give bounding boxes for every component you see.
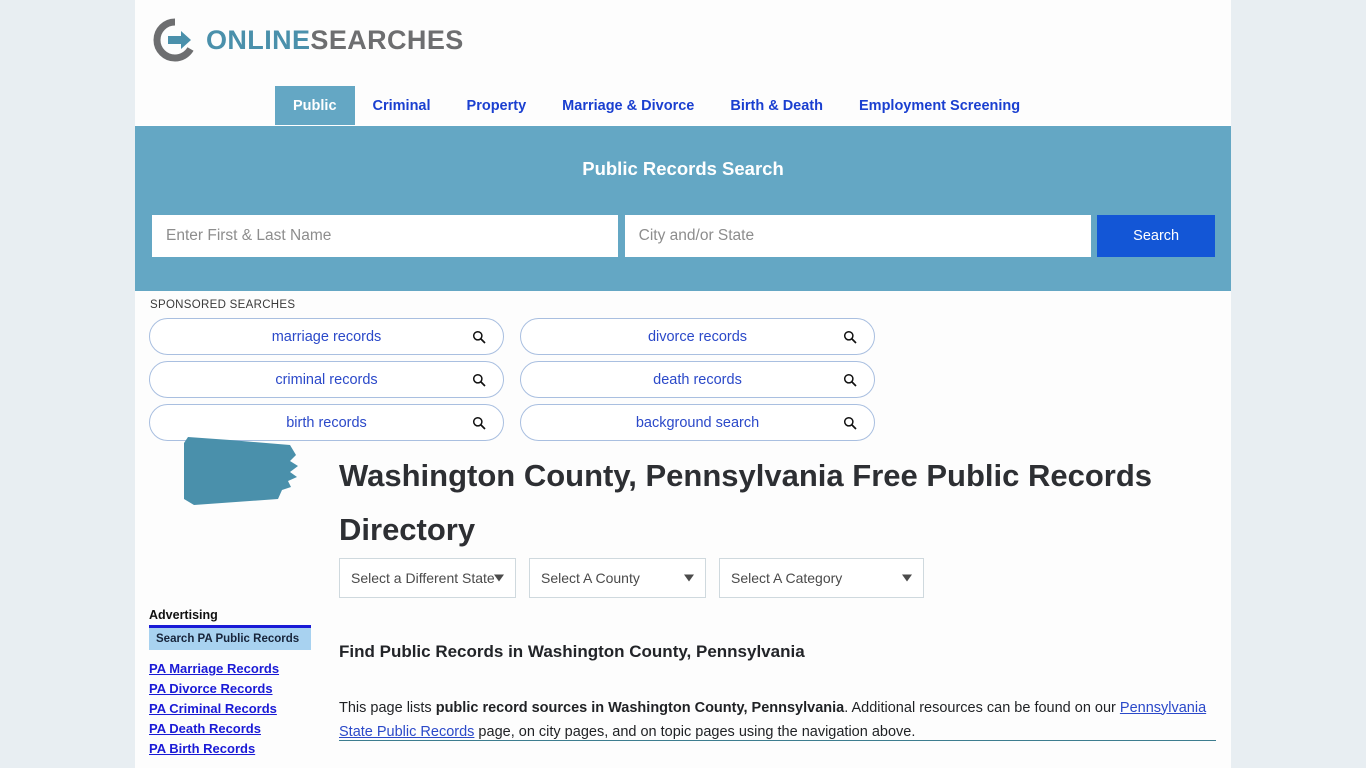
- sponsored-pill-criminal-records[interactable]: criminal records: [149, 361, 504, 398]
- chevron-down-icon: [494, 574, 504, 582]
- nav-tab-birth-death[interactable]: Birth & Death: [712, 86, 841, 125]
- intro-text-part1: This page lists: [339, 699, 436, 716]
- pill-label: death records: [653, 371, 742, 388]
- advertising-links: PA Marriage Records PA Divorce Records P…: [149, 659, 311, 759]
- logo-text-searches: SEARCHES: [310, 24, 464, 55]
- sponsored-searches-label: SPONSORED SEARCHES: [150, 299, 296, 311]
- search-icon: [472, 330, 486, 344]
- logo-text-online: ONLINE: [206, 24, 311, 55]
- nav-tab-employment-screening[interactable]: Employment Screening: [841, 86, 1038, 125]
- ad-link-pa-birth-records[interactable]: PA Birth Records: [149, 739, 311, 759]
- sponsored-pill-divorce-records[interactable]: divorce records: [520, 318, 875, 355]
- intro-text-part3: page, on city pages, and on topic pages …: [474, 724, 916, 741]
- sponsored-pill-background-search[interactable]: background search: [520, 404, 875, 441]
- search-icon: [843, 416, 857, 430]
- ad-link-pa-marriage-records[interactable]: PA Marriage Records: [149, 659, 311, 679]
- county-select[interactable]: Select A County: [529, 558, 706, 598]
- category-select[interactable]: Select A Category: [719, 558, 924, 598]
- chevron-down-icon: [684, 574, 694, 582]
- site-logo[interactable]: ONLINESEARCHES: [152, 14, 464, 66]
- name-search-input[interactable]: [152, 215, 618, 257]
- pill-label: background search: [635, 414, 760, 431]
- ad-link-pa-death-records[interactable]: PA Death Records: [149, 719, 311, 739]
- intro-text-part2: . Additional resources can be found on o…: [844, 699, 1120, 716]
- divider: [339, 740, 1216, 741]
- category-select-label: Select A Category: [731, 570, 843, 586]
- nav-tab-criminal[interactable]: Criminal: [355, 86, 449, 125]
- nav-tab-public[interactable]: Public: [275, 86, 355, 125]
- nav-tab-property[interactable]: Property: [449, 86, 545, 125]
- pennsylvania-state-map-icon: [178, 433, 306, 511]
- search-form: Search: [152, 215, 1215, 257]
- pill-label: marriage records: [271, 328, 382, 345]
- pill-label: criminal records: [275, 371, 378, 388]
- location-search-input[interactable]: [624, 215, 1092, 257]
- search-icon: [472, 416, 486, 430]
- circular-arrow-logo-icon: [152, 17, 198, 63]
- chevron-down-icon: [902, 574, 912, 582]
- search-button[interactable]: Search: [1097, 215, 1215, 257]
- main-navigation: Public Criminal Property Marriage & Divo…: [135, 86, 1231, 126]
- search-icon: [472, 373, 486, 387]
- nav-tab-marriage-divorce[interactable]: Marriage & Divorce: [544, 86, 712, 125]
- logo-wordmark: ONLINESEARCHES: [206, 24, 464, 55]
- pill-label: divorce records: [647, 328, 748, 345]
- page-root: ONLINESEARCHES Public Criminal Property …: [0, 0, 1366, 768]
- pill-label: birth records: [286, 414, 367, 431]
- page-title: Washington County, Pennsylvania Free Pub…: [339, 457, 1153, 548]
- filter-selects: Select a Different State Select A County…: [339, 558, 924, 598]
- intro-paragraph: This page lists public record sources in…: [339, 696, 1216, 746]
- content-frame: ONLINESEARCHES Public Criminal Property …: [135, 0, 1231, 768]
- state-select-label: Select a Different State: [351, 570, 495, 586]
- search-icon: [843, 373, 857, 387]
- ad-link-pa-criminal-records[interactable]: PA Criminal Records: [149, 699, 311, 719]
- search-icon: [843, 330, 857, 344]
- public-records-search-banner: Public Records Search Search: [135, 126, 1231, 291]
- sponsored-pill-marriage-records[interactable]: marriage records: [149, 318, 504, 355]
- sponsored-searches-list: marriage records divorce records crimina…: [149, 318, 1215, 441]
- sponsored-pill-death-records[interactable]: death records: [520, 361, 875, 398]
- county-select-label: Select A County: [541, 570, 640, 586]
- search-pa-public-records-chip[interactable]: Search PA Public Records: [149, 628, 311, 650]
- intro-text-bold: public record sources in Washington Coun…: [435, 699, 845, 716]
- section-heading: Find Public Records in Washington County…: [339, 642, 805, 662]
- state-select[interactable]: Select a Different State: [339, 558, 516, 598]
- banner-title: Public Records Search: [582, 158, 784, 179]
- ad-link-pa-divorce-records[interactable]: PA Divorce Records: [149, 679, 311, 699]
- advertising-sidebar: Advertising Search PA Public Records PA …: [149, 608, 311, 759]
- advertising-title: Advertising: [149, 608, 218, 622]
